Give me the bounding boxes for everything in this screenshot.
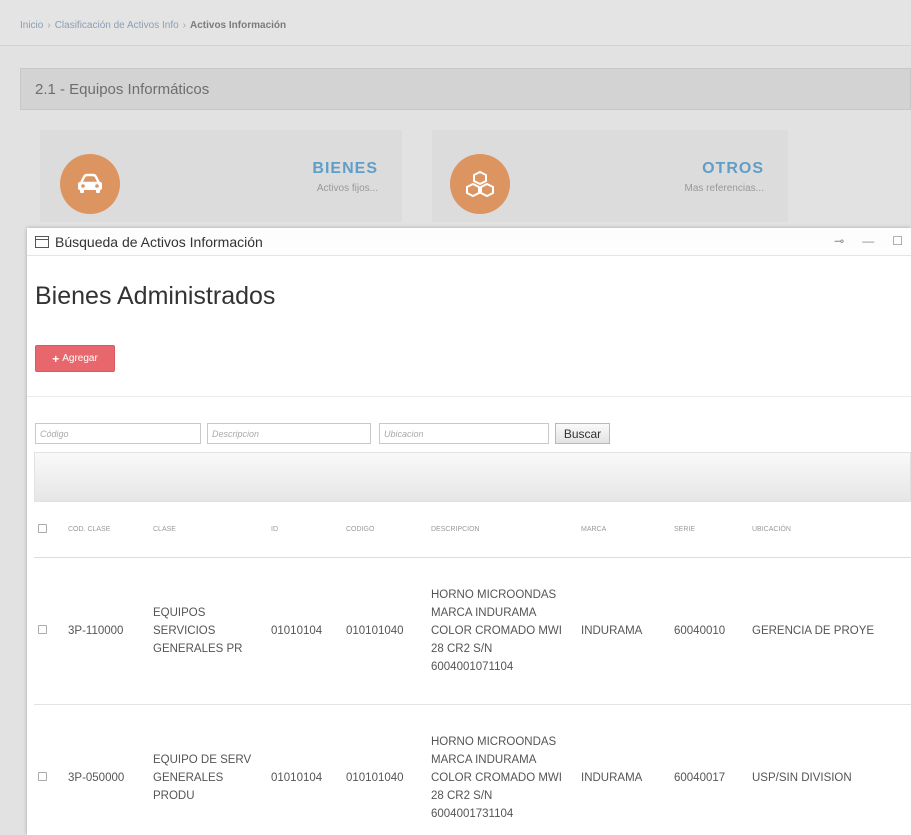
column-header[interactable]: COD. CLASE: [64, 502, 149, 558]
column-header[interactable]: CLASE: [149, 502, 267, 558]
search-modal: Búsqueda de Activos Información ⊸ — ☐ Bi…: [27, 228, 911, 835]
serie-cell: 60040017: [670, 704, 748, 835]
section-title: 2.1 - Equipos Informáticos: [20, 68, 911, 110]
pin-icon[interactable]: ⊸: [834, 234, 844, 248]
column-header[interactable]: DESCRIPCION: [427, 502, 577, 558]
codigo-cell: 010101040: [342, 557, 427, 705]
card-title: BIENES: [312, 160, 378, 177]
select-all-checkbox[interactable]: [38, 523, 47, 533]
cubes-icon: [450, 154, 510, 214]
add-button-label: Agregar: [62, 353, 98, 364]
breadcrumb: Inicio › Clasificación de Activos Info › Act…: [0, 0, 911, 46]
row-select-cell: [34, 704, 64, 835]
page-heading: Bienes Administrados: [35, 282, 276, 310]
ubicacion-input[interactable]: [379, 423, 549, 444]
column-header[interactable]: SERIE: [670, 502, 748, 558]
car-icon: [60, 154, 120, 214]
breadcrumb-separator: ›: [47, 20, 51, 31]
marca-cell: INDURAMA: [577, 704, 670, 835]
descripcion-cell: HORNO MICROONDAS MARCA INDURAMA COLOR CR…: [427, 704, 577, 835]
id-cell: 01010104: [267, 704, 342, 835]
card-bienes[interactable]: BIENES Activos fijos...: [40, 130, 402, 222]
serie-cell: 60040010: [670, 557, 748, 705]
add-button[interactable]: + Agregar: [35, 345, 115, 372]
breadcrumb-link-clasificacion[interactable]: Clasificación de Activos Info: [55, 20, 179, 31]
ubicacion-cell: GERENCIA DE PROYE: [748, 557, 911, 705]
column-header[interactable]: ID: [267, 502, 342, 558]
cod-clase-cell: 3P-050000: [64, 704, 149, 835]
maximize-icon[interactable]: ☐: [892, 234, 903, 248]
row-select-cell: [34, 557, 64, 705]
descripcion-input[interactable]: [207, 423, 371, 444]
codigo-input[interactable]: [35, 423, 201, 444]
table-row[interactable]: 3P-110000 EQUIPOS SERVICIOS GENERALES PR…: [34, 557, 911, 705]
table-row[interactable]: 3P-050000 EQUIPO DE SERV GENERALES PRODU…: [34, 704, 911, 835]
select-all-cell: [34, 502, 64, 558]
breadcrumb-separator: ›: [182, 20, 186, 31]
card-otros[interactable]: OTROS Mas referencias...: [432, 130, 788, 222]
column-header[interactable]: UBICACIÓN: [748, 502, 911, 558]
grid-toolbar: [34, 452, 911, 502]
row-checkbox[interactable]: [38, 771, 47, 781]
divider: [27, 396, 911, 397]
modal-titlebar[interactable]: Búsqueda de Activos Información ⊸ — ☐: [27, 228, 911, 256]
assets-table: COD. CLASE CLASE ID CODIGO DESCRIPCION M…: [34, 502, 911, 835]
card-subtitle: Activos fijos...: [316, 183, 378, 194]
search-button[interactable]: Buscar: [555, 423, 610, 444]
minimize-icon[interactable]: —: [862, 234, 874, 248]
row-checkbox[interactable]: [38, 624, 47, 634]
plus-icon: +: [52, 351, 60, 366]
window-icon: [35, 235, 49, 248]
card-subtitle: Mas referencias...: [684, 183, 764, 194]
modal-title: Búsqueda de Activos Información: [55, 233, 263, 250]
ubicacion-cell: USP/SIN DIVISION: [748, 704, 911, 835]
card-title: OTROS: [702, 160, 764, 177]
window-controls: ⊸ — ☐: [834, 234, 903, 248]
breadcrumb-current: Activos Información: [190, 20, 287, 31]
column-header[interactable]: CODIGO: [342, 502, 427, 558]
column-header[interactable]: MARCA: [577, 502, 670, 558]
codigo-cell: 010101040: [342, 704, 427, 835]
id-cell: 01010104: [267, 557, 342, 705]
breadcrumb-link-inicio[interactable]: Inicio: [20, 20, 43, 31]
clase-cell: EQUIPOS SERVICIOS GENERALES PR: [149, 557, 267, 705]
table-header-row: COD. CLASE CLASE ID CODIGO DESCRIPCION M…: [34, 502, 911, 558]
descripcion-cell: HORNO MICROONDAS MARCA INDURAMA COLOR CR…: [427, 557, 577, 705]
clase-cell: EQUIPO DE SERV GENERALES PRODU: [149, 704, 267, 835]
marca-cell: INDURAMA: [577, 557, 670, 705]
cod-clase-cell: 3P-110000: [64, 557, 149, 705]
